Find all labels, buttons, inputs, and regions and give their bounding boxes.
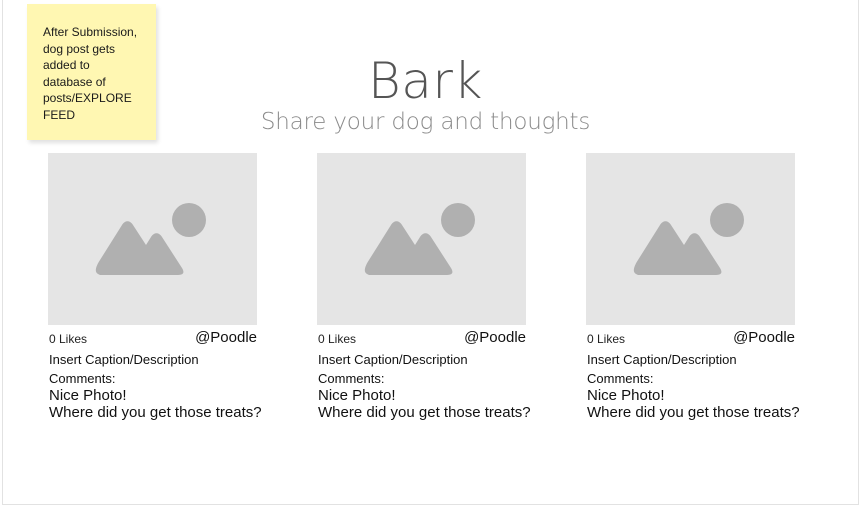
likes-count[interactable]: 0 Likes xyxy=(318,332,356,346)
comment-item: Nice Photo! xyxy=(318,387,396,404)
post-card: 0 Likes @Poodle Insert Caption/Descripti… xyxy=(48,153,318,421)
username-link[interactable]: @Poodle xyxy=(464,329,526,346)
image-placeholder-icon xyxy=(633,203,744,275)
page-subtitle: Share your dog and thoughts xyxy=(260,109,591,135)
comment-item: Nice Photo! xyxy=(49,387,127,404)
image-placeholder-icon xyxy=(364,203,475,275)
post-photo[interactable] xyxy=(48,153,257,325)
post-photo[interactable] xyxy=(586,153,795,325)
image-placeholder-icon xyxy=(95,203,206,275)
username-link[interactable]: @Poodle xyxy=(733,329,795,346)
comments-label: Comments: xyxy=(49,371,116,386)
page-title: Bark xyxy=(368,52,483,110)
comments-label: Comments: xyxy=(587,371,654,386)
comment-item: Nice Photo! xyxy=(587,387,665,404)
post-photo[interactable] xyxy=(317,153,526,325)
username-link[interactable]: @Poodle xyxy=(195,329,257,346)
likes-count[interactable]: 0 Likes xyxy=(49,332,87,346)
comment-item: Where did you get those treats? xyxy=(587,404,800,421)
comments-label: Comments: xyxy=(318,371,385,386)
post-caption: Insert Caption/Description xyxy=(318,352,468,367)
post-caption: Insert Caption/Description xyxy=(49,352,199,367)
post-card: 0 Likes @Poodle Insert Caption/Descripti… xyxy=(317,153,587,421)
comment-item: Where did you get those treats? xyxy=(318,404,531,421)
comment-item: Where did you get those treats? xyxy=(49,404,262,421)
likes-count[interactable]: 0 Likes xyxy=(587,332,625,346)
post-caption: Insert Caption/Description xyxy=(587,352,737,367)
post-card: 0 Likes @Poodle Insert Caption/Descripti… xyxy=(586,153,856,421)
